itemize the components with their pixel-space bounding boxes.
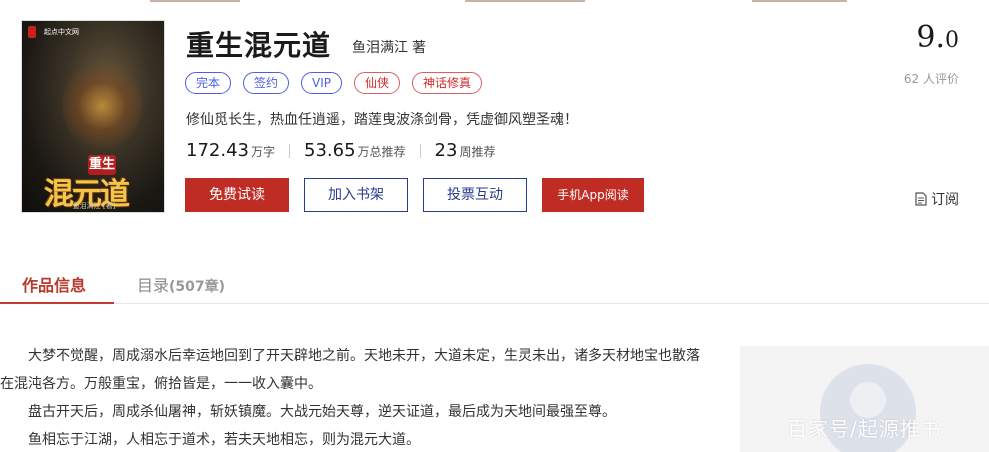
book-intro: 修仙觅长生，热血任逍遥，踏莲曳波涤剑骨，凭虚御风塑圣魂！ <box>186 112 578 128</box>
stat-number: 53.65 <box>304 140 356 161</box>
description-line: 盘古开天后，周成杀仙屠神，斩妖镇魔。大战元始天尊，逆天证道，最后成为天地间最强至… <box>28 404 616 420</box>
tag-subgenre[interactable]: 神话修真 <box>412 72 483 94</box>
subscribe-label: 订阅 <box>931 192 959 208</box>
top-divider <box>0 0 989 3</box>
stat-total-recommend: 53.65 万总推荐 <box>304 140 406 161</box>
stat-number: 172.43 <box>186 140 249 161</box>
detail-tabs: 作品信息 目录(507章) <box>0 262 989 304</box>
cover-author: 鱼泪满江 [著] <box>72 202 116 210</box>
score-decimal: 0 <box>945 28 959 53</box>
tag-genre[interactable]: 仙侠 <box>354 72 401 94</box>
stat-unit: 万字 <box>250 145 275 159</box>
book-description: 大梦不觉醒，周成溺水后幸运地回到了开天辟地之前。天地未开，大道未定，生灵未出，诸… <box>0 342 720 452</box>
tag-signed: 签约 <box>243 72 290 94</box>
stat-divider <box>419 143 421 158</box>
add-to-shelf-button[interactable]: 加入书架 <box>304 178 408 212</box>
top-divider-mark <box>465 0 585 2</box>
stat-unit: 周推荐 <box>459 145 496 159</box>
active-tab-indicator <box>0 302 114 304</box>
top-divider-mark <box>150 0 240 2</box>
author-name[interactable]: 鱼泪满江 <box>352 40 408 56</box>
stat-unit: 万总推荐 <box>357 145 406 159</box>
watermark: 百家号/起源推书 <box>787 417 942 441</box>
stat-number: 23 <box>434 140 458 161</box>
book-title: 重生混元道 <box>186 29 332 62</box>
tag-vip: VIP <box>301 72 343 94</box>
stat-weekly-recommend: 23 周推荐 <box>435 140 496 161</box>
tab-catalog[interactable]: 目录(507章) <box>137 272 225 296</box>
cover-art-glow <box>62 61 142 151</box>
free-read-button[interactable]: 免费试读 <box>185 178 289 212</box>
tab-label: 目录 <box>137 276 170 295</box>
stat-divider <box>289 143 290 158</box>
document-icon <box>915 192 927 206</box>
mobile-app-read-button[interactable]: 手机App阅读 <box>542 178 644 212</box>
description-line: 在混沌各方。万般重宝，俯拾皆是，一一收入囊中。 <box>0 376 322 392</box>
rating-count: 62 人评价 <box>903 72 959 86</box>
vote-button[interactable]: 投票互动 <box>423 178 527 212</box>
stat-word-count: 172.43 万字 <box>186 140 275 161</box>
description-line: 鱼相忘于江湖，人相忘于道术，若夫天地相忘，则为混元大道。 <box>28 432 420 448</box>
book-stats: 172.43 万字 53.65 万总推荐 23 周推荐 <box>186 140 495 161</box>
score-integer: 9. <box>916 20 945 55</box>
book-cover[interactable]: 起点中文网 重生 混元道 鱼泪满江 [著] <box>21 20 165 213</box>
book-detail-page: 起点中文网 重生 混元道 鱼泪满江 [著] 重生混元道 鱼泪满江著 完本 签约 … <box>0 0 989 452</box>
top-divider-mark <box>752 0 847 2</box>
tab-book-info[interactable]: 作品信息 <box>0 272 114 304</box>
tab-label: 作品信息 <box>22 276 87 295</box>
publisher-name: 起点中文网 <box>44 28 79 36</box>
description-line: 大梦不觉醒，周成溺水后幸运地回到了开天辟地之前。天地未开，大道未定，生灵未出，诸… <box>28 348 700 364</box>
rating-score: 9.0 <box>916 20 959 55</box>
tag-status: 完本 <box>185 72 232 94</box>
tag-list: 完本 签约 VIP 仙侠 神话修真 <box>185 72 494 94</box>
chapter-count: (507章) <box>169 279 226 295</box>
subscribe-link[interactable]: 订阅 <box>915 189 959 209</box>
action-buttons: 免费试读 加入书架 投票互动 手机App阅读 <box>185 178 659 212</box>
author-line: 鱼泪满江著 <box>352 37 426 57</box>
author-suffix: 著 <box>412 40 426 56</box>
